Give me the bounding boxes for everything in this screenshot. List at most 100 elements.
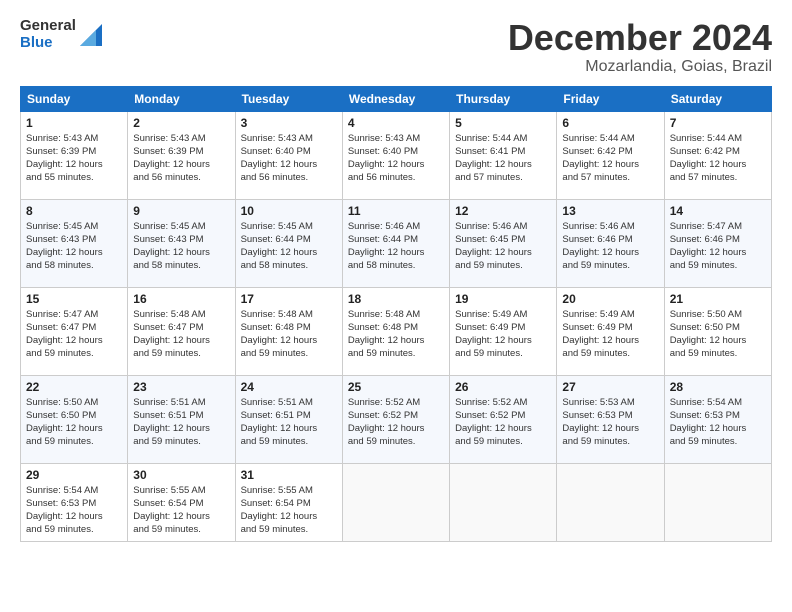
day-number: 24	[241, 380, 337, 394]
table-row: 27 Sunrise: 5:53 AM Sunset: 6:53 PM Dayli…	[557, 375, 664, 463]
day-number: 31	[241, 468, 337, 482]
day-number: 14	[670, 204, 766, 218]
table-row: 8Sunrise: 5:45 AM Sunset: 6:43 PM Daylig…	[21, 199, 128, 287]
day-info: Sunrise: 5:54 AM Sunset: 6:53 PM Dayligh…	[26, 484, 122, 537]
day-number: 3	[241, 116, 337, 130]
day-info: Sunrise: 5:49 AM Sunset: 6:49 PM Dayligh…	[455, 308, 551, 361]
table-row: 31 Sunrise: 5:55 AM Sunset: 6:54 PM Dayli…	[235, 463, 342, 541]
day-number: 7	[670, 116, 766, 130]
day-info: Sunrise: 5:53 AM Sunset: 6:53 PM Dayligh…	[562, 396, 658, 449]
day-number: 25	[348, 380, 444, 394]
day-info: Sunrise: 5:46 AM Sunset: 6:44 PM Dayligh…	[348, 220, 444, 273]
day-number: 13	[562, 204, 658, 218]
table-row: 14 Sunrise: 5:47 AM Sunset: 6:46 PM Dayli…	[664, 199, 771, 287]
day-number: 16	[133, 292, 229, 306]
logo-blue: Blue	[20, 35, 76, 52]
table-row: 9Sunrise: 5:45 AM Sunset: 6:43 PM Daylig…	[128, 199, 235, 287]
day-number: 26	[455, 380, 551, 394]
day-number: 9	[133, 204, 229, 218]
day-number: 18	[348, 292, 444, 306]
table-row	[450, 463, 557, 541]
location-subtitle: Mozarlandia, Goias, Brazil	[508, 58, 772, 76]
table-row: 12 Sunrise: 5:46 AM Sunset: 6:45 PM Dayli…	[450, 199, 557, 287]
table-row: 3 Sunrise: 5:43 AM Sunset: 6:40 PM Daylig…	[235, 111, 342, 199]
day-number: 5	[455, 116, 551, 130]
header-tuesday: Tuesday	[235, 86, 342, 111]
table-row: 18Sunrise: 5:48 AM Sunset: 6:48 PM Dayli…	[342, 287, 449, 375]
table-row: 13 Sunrise: 5:46 AM Sunset: 6:46 PM Dayli…	[557, 199, 664, 287]
title-block: December 2024 Mozarlandia, Goias, Brazil	[508, 18, 772, 76]
logo: General Blue	[20, 18, 102, 51]
header-sunday: Sunday	[21, 86, 128, 111]
header-friday: Friday	[557, 86, 664, 111]
day-number: 8	[26, 204, 122, 218]
day-info: Sunrise: 5:45 AM Sunset: 6:44 PM Dayligh…	[241, 220, 337, 273]
table-row: 23 Sunrise: 5:51 AM Sunset: 6:51 PM Dayli…	[128, 375, 235, 463]
header-monday: Monday	[128, 86, 235, 111]
day-info: Sunrise: 5:46 AM Sunset: 6:45 PM Dayligh…	[455, 220, 551, 273]
table-row: 29 Sunrise: 5:54 AM Sunset: 6:53 PM Dayli…	[21, 463, 128, 541]
day-info: Sunrise: 5:55 AM Sunset: 6:54 PM Dayligh…	[241, 484, 337, 537]
month-title: December 2024	[508, 18, 772, 58]
day-number: 30	[133, 468, 229, 482]
calendar-table: Sunday Monday Tuesday Wednesday Thursday…	[20, 86, 772, 542]
day-number: 27	[562, 380, 658, 394]
table-row: 22Sunrise: 5:50 AM Sunset: 6:50 PM Dayli…	[21, 375, 128, 463]
day-number: 10	[241, 204, 337, 218]
day-info: Sunrise: 5:49 AM Sunset: 6:49 PM Dayligh…	[562, 308, 658, 361]
table-row: 16Sunrise: 5:48 AM Sunset: 6:47 PM Dayli…	[128, 287, 235, 375]
table-row	[664, 463, 771, 541]
table-row: 4Sunrise: 5:43 AM Sunset: 6:40 PM Daylig…	[342, 111, 449, 199]
logo-wordmark: General Blue	[20, 18, 102, 51]
day-number: 21	[670, 292, 766, 306]
table-row: 25 Sunrise: 5:52 AM Sunset: 6:52 PM Dayli…	[342, 375, 449, 463]
logo-text: General Blue	[20, 18, 76, 51]
day-info: Sunrise: 5:55 AM Sunset: 6:54 PM Dayligh…	[133, 484, 229, 537]
day-number: 15	[26, 292, 122, 306]
day-info: Sunrise: 5:43 AM Sunset: 6:40 PM Dayligh…	[241, 132, 337, 185]
day-info: Sunrise: 5:51 AM Sunset: 6:51 PM Dayligh…	[241, 396, 337, 449]
logo-general: General	[20, 18, 76, 35]
day-number: 1	[26, 116, 122, 130]
header-wednesday: Wednesday	[342, 86, 449, 111]
day-number: 17	[241, 292, 337, 306]
day-info: Sunrise: 5:47 AM Sunset: 6:46 PM Dayligh…	[670, 220, 766, 273]
table-row: 19 Sunrise: 5:49 AM Sunset: 6:49 PM Dayli…	[450, 287, 557, 375]
day-number: 29	[26, 468, 122, 482]
table-row: 11 Sunrise: 5:46 AM Sunset: 6:44 PM Dayli…	[342, 199, 449, 287]
day-info: Sunrise: 5:46 AM Sunset: 6:46 PM Dayligh…	[562, 220, 658, 273]
page-header: General Blue December 2024 Mozarlandia, …	[20, 18, 772, 76]
day-number: 2	[133, 116, 229, 130]
table-row: 10 Sunrise: 5:45 AM Sunset: 6:44 PM Dayli…	[235, 199, 342, 287]
table-row: 5 Sunrise: 5:44 AM Sunset: 6:41 PM Daylig…	[450, 111, 557, 199]
day-info: Sunrise: 5:52 AM Sunset: 6:52 PM Dayligh…	[348, 396, 444, 449]
day-number: 20	[562, 292, 658, 306]
day-info: Sunrise: 5:51 AM Sunset: 6:51 PM Dayligh…	[133, 396, 229, 449]
logo-arrow-icon	[80, 24, 102, 46]
table-row: 20 Sunrise: 5:49 AM Sunset: 6:49 PM Dayli…	[557, 287, 664, 375]
day-info: Sunrise: 5:44 AM Sunset: 6:42 PM Dayligh…	[670, 132, 766, 185]
day-number: 6	[562, 116, 658, 130]
header-saturday: Saturday	[664, 86, 771, 111]
day-number: 4	[348, 116, 444, 130]
weekday-header-row: Sunday Monday Tuesday Wednesday Thursday…	[21, 86, 772, 111]
day-info: Sunrise: 5:52 AM Sunset: 6:52 PM Dayligh…	[455, 396, 551, 449]
table-row: 28Sunrise: 5:54 AM Sunset: 6:53 PM Dayli…	[664, 375, 771, 463]
day-number: 19	[455, 292, 551, 306]
day-info: Sunrise: 5:44 AM Sunset: 6:41 PM Dayligh…	[455, 132, 551, 185]
day-info: Sunrise: 5:47 AM Sunset: 6:47 PM Dayligh…	[26, 308, 122, 361]
day-number: 12	[455, 204, 551, 218]
day-number: 11	[348, 204, 444, 218]
table-row: 7 Sunrise: 5:44 AM Sunset: 6:42 PM Daylig…	[664, 111, 771, 199]
table-row: 26 Sunrise: 5:52 AM Sunset: 6:52 PM Dayli…	[450, 375, 557, 463]
table-row: 30 Sunrise: 5:55 AM Sunset: 6:54 PM Dayli…	[128, 463, 235, 541]
day-number: 28	[670, 380, 766, 394]
day-number: 23	[133, 380, 229, 394]
day-info: Sunrise: 5:48 AM Sunset: 6:48 PM Dayligh…	[241, 308, 337, 361]
day-info: Sunrise: 5:50 AM Sunset: 6:50 PM Dayligh…	[26, 396, 122, 449]
day-info: Sunrise: 5:43 AM Sunset: 6:39 PM Dayligh…	[26, 132, 122, 185]
table-row: 15 Sunrise: 5:47 AM Sunset: 6:47 PM Dayli…	[21, 287, 128, 375]
header-thursday: Thursday	[450, 86, 557, 111]
page-container: General Blue December 2024 Mozarlandia, …	[0, 0, 792, 612]
table-row: 2Sunrise: 5:43 AM Sunset: 6:39 PM Daylig…	[128, 111, 235, 199]
